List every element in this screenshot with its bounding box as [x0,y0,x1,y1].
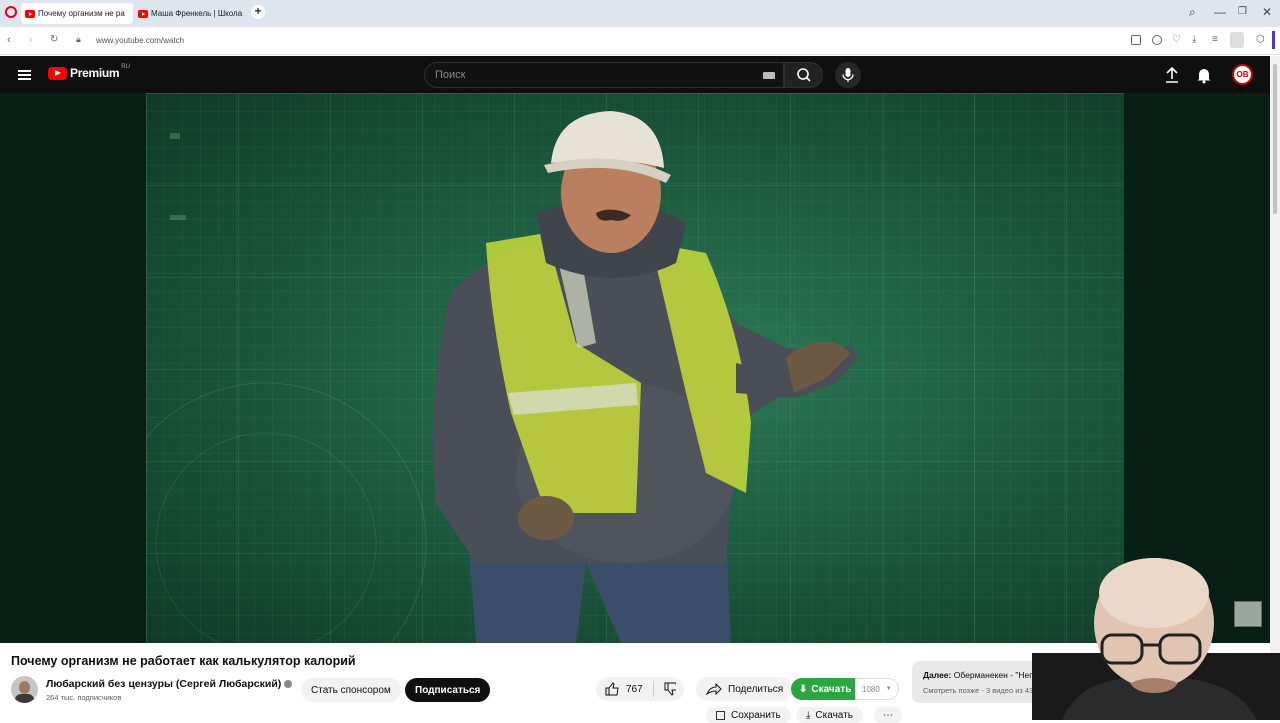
hamburger-menu-icon[interactable] [18,68,31,82]
save-icon [716,710,725,720]
url-field[interactable]: www.youtube.com/watch [96,36,184,45]
save-button[interactable]: Сохранить [706,707,791,723]
subscriber-count: 264 тыс. подписчиков [46,693,122,702]
extensions-icon[interactable]: ⬡ [1256,34,1265,45]
tab-masha[interactable]: Маша Френкель | Школа [134,3,244,24]
webcam-overlay [1032,553,1280,720]
menu-icon[interactable]: ≡ [1212,34,1218,45]
profile-icon[interactable] [1230,32,1244,48]
download-icon: ⤓ [806,709,811,721]
download-secondary-button[interactable]: ⤓ Скачать [796,707,863,723]
sponsor-button[interactable]: Стать спонсором [301,678,401,702]
scrollbar-thumb[interactable] [1273,64,1277,214]
heart-icon[interactable]: ♡ [1172,34,1181,45]
sidebar-accent [1272,31,1275,49]
keyboard-icon[interactable] [763,72,775,79]
like-dislike-group: 767 [596,677,684,701]
tab-video[interactable]: Почему организм не ра [21,3,133,24]
thumbs-up-icon [605,682,619,696]
chevron-down-icon: ▼ [885,686,892,692]
share-icon [706,683,722,695]
restore-icon[interactable]: ❐ [1238,6,1247,17]
download-button[interactable]: ⬇ Скачать [791,678,860,700]
like-divider [652,681,654,697]
thumbs-down-icon[interactable] [663,682,676,696]
youtube-favicon-icon [138,9,148,18]
download-icon[interactable]: ⤓ [1192,34,1196,45]
voice-search-button[interactable] [835,62,861,88]
browser-tab-bar: Почему организм не ра Маша Френкель | Шк… [0,0,1280,27]
lock-icon: 🔒︎ [76,34,81,44]
more-actions-button[interactable]: ⋯ [874,707,902,723]
search-button[interactable] [784,62,823,88]
opera-logo-icon[interactable] [5,6,17,18]
video-frame [146,93,1124,643]
quality-select[interactable]: 1080 ▼ [855,678,899,700]
download-arrow-icon: ⬇ [799,683,808,695]
like-button[interactable]: 767 [604,682,643,696]
subscribe-button[interactable]: Подписаться [405,678,491,702]
new-tab-button[interactable]: + [251,5,265,19]
youtube-favicon-icon [25,9,35,18]
verified-icon [284,680,293,689]
worker-illustration [146,111,858,643]
search-icon [797,68,811,82]
reload-icon[interactable]: ↻ [50,34,58,45]
avatar[interactable]: OB [1232,64,1253,85]
video-title: Почему организм не работает как калькуля… [11,654,356,668]
camera-icon[interactable] [1131,35,1141,45]
webcam-person-image [1032,558,1280,720]
close-window-icon[interactable]: ✕ [1262,5,1272,19]
shield-icon[interactable] [1152,35,1162,45]
minimize-icon[interactable]: — [1214,5,1226,19]
youtube-logo[interactable]: Premium RU [48,64,130,80]
bell-icon[interactable] [1196,66,1212,84]
share-button[interactable]: Поделиться [696,677,794,701]
more-icon: ⋯ [883,709,893,721]
next-up-subtitle: Смотреть позже - 3 видео из 43 [923,686,1034,695]
upload-icon[interactable] [1163,66,1181,84]
search-tabs-icon[interactable]: ⌕ [1189,5,1196,20]
forward-icon[interactable]: › [29,34,33,46]
search-input[interactable]: Поиск [424,62,784,88]
youtube-play-icon [48,66,67,80]
address-bar: ‹ › ↻ 🔒︎ www.youtube.com/watch ♡ ⤓ ≡ ⬡ [0,27,1280,55]
microphone-icon [842,68,854,82]
channel-name[interactable]: Любарский без цензуры (Сергей Любарский) [46,678,293,690]
channel-avatar[interactable] [11,676,38,703]
back-icon[interactable]: ‹ [7,34,11,46]
